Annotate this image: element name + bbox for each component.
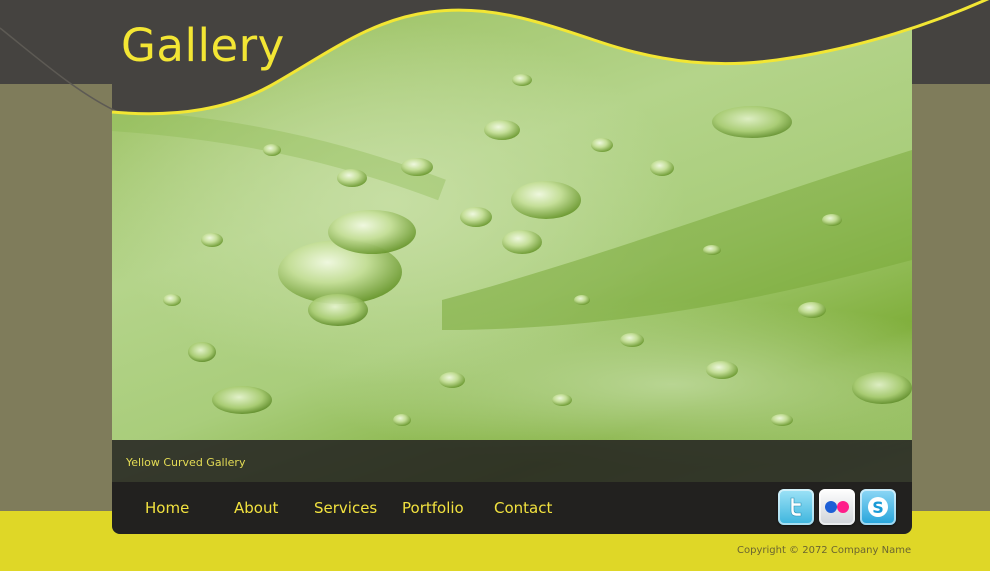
- nav-bar: Home About Services Portfolio Contact S: [112, 482, 912, 534]
- caption-bar: Yellow Curved Gallery: [112, 440, 912, 482]
- nav-portfolio[interactable]: Portfolio: [402, 499, 464, 517]
- flickr-icon[interactable]: [819, 489, 855, 525]
- site-logo[interactable]: Gallery: [121, 20, 285, 72]
- copyright-text: Copyright © 2072 Company Name: [737, 545, 912, 556]
- nav-home[interactable]: Home: [145, 499, 189, 517]
- twitter-icon[interactable]: [778, 489, 814, 525]
- skype-icon[interactable]: S: [860, 489, 896, 525]
- svg-text:S: S: [872, 498, 884, 517]
- nav-contact[interactable]: Contact: [494, 499, 552, 517]
- nav-about[interactable]: About: [234, 499, 278, 517]
- image-caption: Yellow Curved Gallery: [126, 456, 246, 469]
- nav-services[interactable]: Services: [314, 499, 377, 517]
